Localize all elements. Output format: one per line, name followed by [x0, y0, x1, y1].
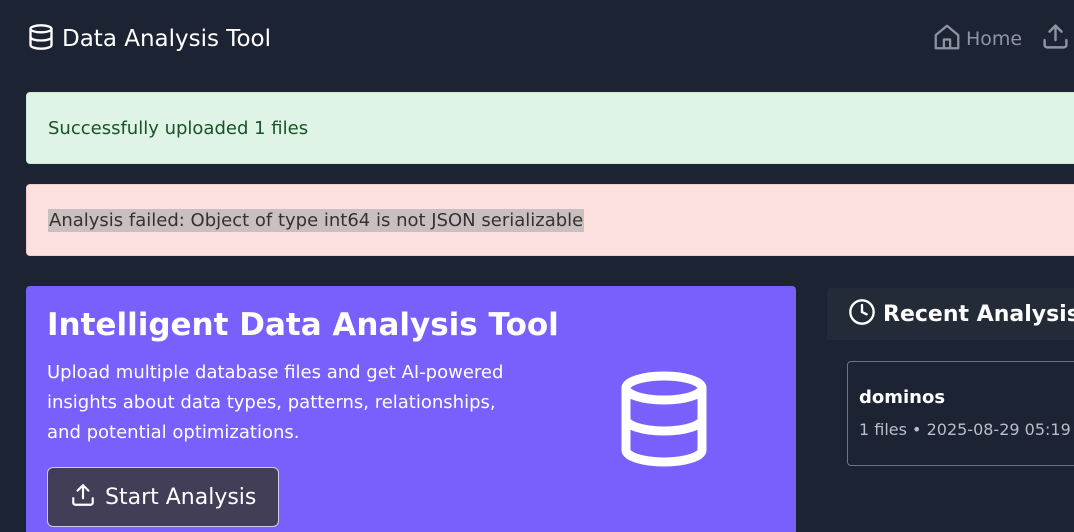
hero-title: Intelligent Data Analysis Tool [47, 307, 559, 343]
recent-analysis-item[interactable]: dominos 1 files • 2025-08-29 05:19 [847, 361, 1074, 466]
upload-icon [1041, 24, 1070, 55]
recent-item-name: dominos [859, 387, 946, 408]
nav-home-label: Home [966, 28, 1023, 50]
recent-analysis-header: Recent Analysis S [827, 288, 1074, 340]
error-message: Analysis failed: Object of type int64 is… [48, 208, 585, 232]
page: Data Analysis Tool Home Successfully upl… [0, 0, 1074, 532]
home-icon [932, 22, 962, 56]
clock-icon [848, 298, 876, 330]
recent-analysis-title: Recent Analysis S [883, 301, 1074, 327]
error-alert: Analysis failed: Object of type int64 is… [26, 184, 1074, 256]
nav-home-link[interactable]: Home [932, 22, 1022, 56]
success-alert: Successfully uploaded 1 files [26, 92, 1074, 164]
recent-item-meta: 1 files • 2025-08-29 05:19 [859, 420, 1071, 439]
upload-icon [70, 482, 96, 512]
hero-description: Upload multiple database files and get A… [47, 362, 504, 443]
database-icon [27, 22, 55, 56]
app-title: Data Analysis Tool [62, 26, 271, 52]
database-icon [619, 371, 709, 467]
hero-card: Intelligent Data Analysis Tool Upload mu… [26, 286, 796, 532]
start-analysis-button[interactable]: Start Analysis [47, 467, 279, 527]
brand[interactable]: Data Analysis Tool [27, 22, 271, 56]
success-message: Successfully uploaded 1 files [48, 117, 309, 139]
nav-upload-link[interactable] [1041, 22, 1070, 55]
start-analysis-label: Start Analysis [105, 484, 257, 510]
navbar: Data Analysis Tool Home [0, 0, 1074, 72]
